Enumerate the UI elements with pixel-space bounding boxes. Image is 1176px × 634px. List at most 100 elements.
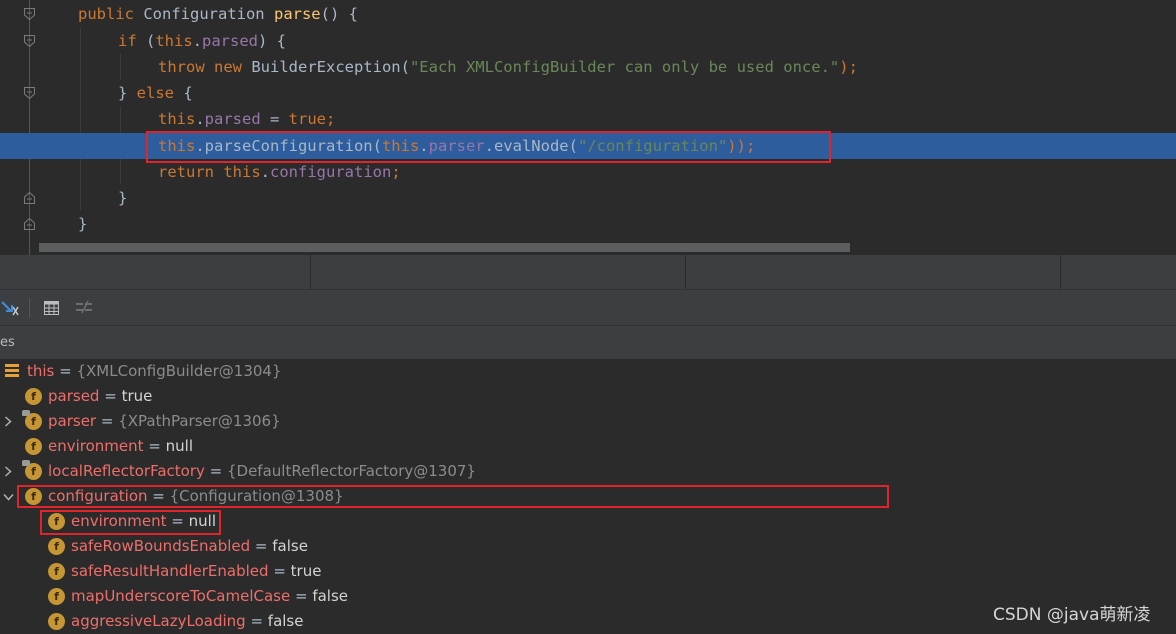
watermark: CSDN @java萌新凌 bbox=[993, 605, 1151, 625]
code-line-8[interactable]: } bbox=[0, 185, 1176, 211]
variable-name: safeResultHandlerEnabled bbox=[71, 562, 269, 580]
field-icon: f bbox=[22, 410, 42, 430]
code-token: . bbox=[192, 32, 203, 50]
watches-toggle-icon[interactable] bbox=[74, 298, 94, 318]
code-token: else bbox=[136, 84, 184, 102]
variable-row-parser[interactable]: f parser = {XPathParser@1306} bbox=[0, 409, 1176, 434]
variable-value: true bbox=[290, 562, 322, 580]
fold-end-marker-icon[interactable] bbox=[24, 192, 35, 204]
divider bbox=[310, 255, 311, 289]
object-stack-icon bbox=[5, 364, 19, 378]
variable-value: false bbox=[267, 612, 304, 630]
code-token: this bbox=[158, 110, 196, 128]
equals-sign: = bbox=[250, 537, 273, 555]
variable-name: environment bbox=[48, 437, 144, 455]
code-token: this bbox=[223, 163, 261, 181]
code-line-2[interactable]: if (this.parsed) { bbox=[0, 28, 1176, 54]
field-icon: f bbox=[25, 438, 42, 455]
code-token: throw new bbox=[158, 58, 252, 76]
variable-row-local-reflector-factory[interactable]: f localReflectorFactory = {DefaultReflec… bbox=[0, 459, 1176, 484]
variables-tree[interactable]: this = {XMLConfigBuilder@1304} f parsed … bbox=[0, 359, 1176, 634]
equals-sign: = bbox=[54, 362, 77, 380]
debugger-toolbar bbox=[0, 289, 1176, 326]
variable-row-this[interactable]: this = {XMLConfigBuilder@1304} bbox=[0, 359, 1176, 384]
variable-name: safeRowBoundsEnabled bbox=[71, 537, 251, 555]
code-line-4[interactable]: } else { bbox=[0, 80, 1176, 106]
fold-marker-icon[interactable] bbox=[24, 87, 35, 99]
code-token: } bbox=[78, 215, 88, 233]
variable-value: null bbox=[165, 437, 193, 455]
equals-sign: = bbox=[245, 612, 268, 630]
variable-name: aggressiveLazyLoading bbox=[71, 612, 246, 630]
toolbar-separator bbox=[29, 298, 30, 318]
variable-row-safe-row-bounds-enabled[interactable]: f safeRowBoundsEnabled = false bbox=[0, 534, 1176, 559]
variables-panel-label: es bbox=[0, 335, 15, 350]
variable-row-environment[interactable]: f environment = null bbox=[0, 434, 1176, 459]
code-token: "Each XMLConfigBuilder can only be used … bbox=[409, 58, 840, 76]
variable-value: false bbox=[272, 537, 308, 555]
code-token: } bbox=[118, 84, 137, 102]
code-line-3[interactable]: throw new BuilderException("Each XMLConf… bbox=[0, 54, 1176, 80]
code-token: configuration bbox=[270, 163, 392, 181]
code-token: { bbox=[183, 84, 193, 102]
code-line-1[interactable]: public Configuration parse() { bbox=[0, 1, 1176, 27]
fold-marker-icon[interactable] bbox=[24, 35, 35, 47]
code-token: Configuration bbox=[143, 5, 274, 23]
equals-sign: = bbox=[290, 587, 313, 605]
fold-marker-icon[interactable] bbox=[24, 8, 35, 20]
variable-value: {XMLConfigBuilder@1304} bbox=[76, 362, 282, 380]
evaluate-expression-icon[interactable] bbox=[42, 298, 62, 318]
code-token: () { bbox=[320, 5, 358, 23]
variable-value: true bbox=[121, 387, 153, 405]
code-token: parsed bbox=[202, 32, 259, 50]
fold-end-marker-icon[interactable] bbox=[24, 218, 35, 230]
debugger-tab-strip bbox=[0, 255, 1176, 289]
code-line-5[interactable]: this.parsed = true; bbox=[0, 106, 1176, 132]
code-token: } bbox=[118, 189, 128, 207]
equals-sign: = bbox=[143, 437, 166, 455]
variables-panel-header: es bbox=[0, 325, 1176, 360]
code-token: public bbox=[78, 5, 144, 23]
code-token: return bbox=[158, 163, 224, 181]
step-into-icon[interactable] bbox=[0, 298, 20, 318]
variable-name: localReflectorFactory bbox=[48, 462, 205, 480]
variable-row-parsed[interactable]: f parsed = true bbox=[0, 384, 1176, 409]
chevron-right-icon[interactable] bbox=[4, 459, 16, 484]
variable-name: mapUnderscoreToCamelCase bbox=[71, 587, 291, 605]
code-line-9[interactable]: } bbox=[0, 211, 1176, 237]
code-token: true bbox=[288, 110, 326, 128]
field-icon: f bbox=[48, 538, 65, 555]
field-icon: f bbox=[25, 388, 42, 405]
code-token: . bbox=[195, 110, 205, 128]
divider bbox=[1060, 255, 1061, 289]
code-token: if bbox=[118, 32, 146, 50]
horizontal-scrollbar[interactable] bbox=[39, 243, 850, 252]
code-token: ; bbox=[391, 163, 401, 181]
code-token: ) { bbox=[258, 32, 287, 50]
variable-row-safe-result-handler-enabled[interactable]: f safeResultHandlerEnabled = true bbox=[0, 559, 1176, 584]
variable-value: {XPathParser@1306} bbox=[118, 412, 281, 430]
equals-sign: = bbox=[204, 462, 227, 480]
equals-sign: = bbox=[268, 562, 291, 580]
code-token: this bbox=[155, 32, 193, 50]
annotation-highlight-box bbox=[17, 485, 889, 508]
chevron-down-icon[interactable] bbox=[3, 484, 15, 509]
field-icon: f bbox=[22, 460, 42, 480]
equals-sign: = bbox=[99, 387, 122, 405]
variable-name: this bbox=[27, 362, 55, 380]
field-icon: f bbox=[48, 588, 65, 605]
variable-name: parsed bbox=[48, 387, 100, 405]
equals-sign: = bbox=[96, 412, 119, 430]
chevron-right-icon[interactable] bbox=[4, 409, 16, 434]
code-token: BuilderException( bbox=[251, 58, 410, 76]
variable-value: {DefaultReflectorFactory@1307} bbox=[226, 462, 476, 480]
code-token: = bbox=[260, 110, 289, 128]
code-token: ); bbox=[839, 58, 858, 76]
code-token: ( bbox=[146, 32, 156, 50]
divider bbox=[685, 255, 686, 289]
code-editor[interactable]: public Configuration parse() { if (this.… bbox=[0, 0, 1176, 255]
annotation-highlight-box bbox=[40, 510, 221, 535]
variable-name: parser bbox=[48, 412, 97, 430]
annotation-highlight-box bbox=[146, 131, 831, 163]
field-icon: f bbox=[48, 563, 65, 580]
